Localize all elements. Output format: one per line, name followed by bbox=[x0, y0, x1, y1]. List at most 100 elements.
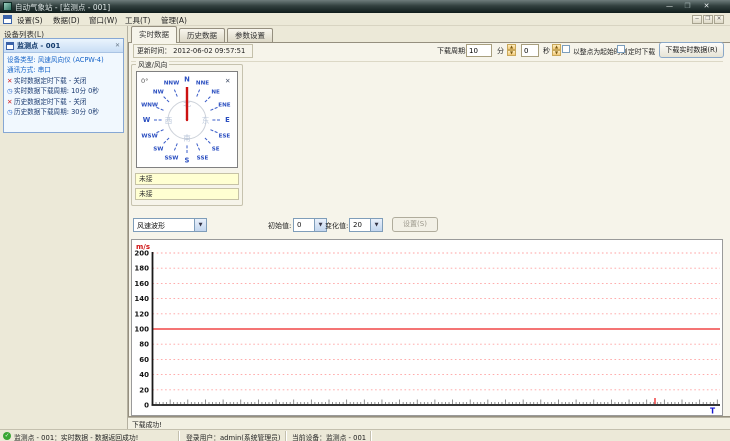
svg-text:N: N bbox=[184, 76, 190, 84]
minimize-button[interactable]: — bbox=[662, 1, 677, 12]
download-realtime-button[interactable]: 下载实时数据(R) bbox=[659, 42, 724, 58]
svg-text:60: 60 bbox=[139, 356, 149, 364]
wind-groupbox-label: 风速/风向 bbox=[136, 59, 170, 69]
seconds-spinner[interactable]: ▲ ▼ bbox=[552, 44, 561, 57]
status-divider bbox=[178, 431, 180, 441]
svg-text:100: 100 bbox=[134, 326, 149, 334]
title-bar: 自动气象站 - [监测点 - 001] — ❐ ✕ bbox=[0, 0, 730, 13]
device-card-close-icon[interactable]: ✕ bbox=[115, 42, 120, 49]
initial-value-select[interactable]: 0 ▼ bbox=[293, 218, 327, 232]
align-start-checkbox[interactable] bbox=[562, 45, 570, 53]
svg-text:✕: ✕ bbox=[225, 77, 230, 85]
mdi-minimize-button[interactable]: ─ bbox=[692, 15, 702, 24]
status-user: 登录用户：admin(系统管理员) bbox=[186, 434, 281, 441]
seconds-unit-label: 秒 bbox=[543, 47, 550, 55]
menu-item-window[interactable]: 窗口(W) bbox=[89, 15, 117, 26]
svg-text:东: 东 bbox=[202, 115, 210, 125]
device-info-line: ✕ 历史数据定时下载 - 关闭 bbox=[7, 97, 87, 106]
application-window: 自动气象站 - [监测点 - 001] — ❐ ✕ 设置(S) 数据(D) 窗口… bbox=[0, 0, 730, 441]
svg-text:NE: NE bbox=[211, 89, 220, 95]
status-divider bbox=[370, 431, 372, 441]
spin-down-icon[interactable]: ▼ bbox=[507, 50, 516, 56]
wind-direction-field: 未接 bbox=[135, 188, 239, 200]
clock-icon: ◷ bbox=[7, 87, 13, 95]
status-divider bbox=[285, 431, 287, 441]
status-message: 监测点 - 001：实时数据 - 数据返回成功! bbox=[14, 434, 139, 441]
svg-text:S: S bbox=[185, 157, 190, 165]
device-card-title: 监测点 - 001 bbox=[17, 41, 61, 50]
svg-text:ESE: ESE bbox=[219, 133, 231, 139]
svg-text:南: 南 bbox=[183, 133, 191, 143]
disabled-icon: ✕ bbox=[7, 97, 13, 106]
svg-text:NNW: NNW bbox=[164, 81, 180, 87]
mdi-restore-button[interactable]: ❐ bbox=[703, 15, 713, 24]
svg-text:NW: NW bbox=[153, 89, 164, 95]
minutes-input[interactable] bbox=[466, 44, 492, 57]
svg-text:40: 40 bbox=[139, 371, 149, 379]
device-list-panel: 设备列表(L) 监测点 - 001 ✕ 设备类型: 风速风向仪 (ACPW-4)… bbox=[0, 26, 128, 429]
svg-text:WNW: WNW bbox=[141, 103, 158, 109]
svg-text:120: 120 bbox=[134, 310, 149, 318]
svg-text:180: 180 bbox=[134, 265, 149, 273]
waveform-chart: 0 20 40 60 80 100 120 140 160 180 200 Tm/s bbox=[131, 239, 723, 416]
svg-text:80: 80 bbox=[139, 341, 149, 349]
device-info-line: ◷实时数据下载周期: 10分 0秒 bbox=[7, 87, 99, 95]
device-card-header[interactable]: 监测点 - 001 ✕ bbox=[4, 39, 123, 53]
child-window-icon bbox=[3, 15, 12, 24]
wind-speed-field: 未接 bbox=[135, 173, 239, 185]
clock-icon: ◷ bbox=[7, 108, 13, 116]
menu-bar: 设置(S) 数据(D) 窗口(W) 工具(T) 管理(A) ─ ❐ ✕ bbox=[0, 13, 730, 26]
svg-text:SSW: SSW bbox=[165, 155, 179, 161]
svg-text:ENE: ENE bbox=[218, 103, 231, 109]
spin-down-icon[interactable]: ▼ bbox=[552, 50, 561, 56]
device-icon bbox=[6, 41, 14, 50]
download-period-label: 下载周期: bbox=[437, 47, 468, 55]
close-button[interactable]: ✕ bbox=[699, 1, 714, 12]
svg-text:0°: 0° bbox=[141, 77, 148, 85]
timed-download-checkbox[interactable] bbox=[617, 45, 625, 53]
menu-item-settings[interactable]: 设置(S) bbox=[17, 15, 43, 26]
tab-history-data[interactable]: 历史数据 bbox=[179, 28, 225, 42]
status-bar: ✓ 监测点 - 001：实时数据 - 数据返回成功! 登录用户：admin(系统… bbox=[0, 429, 730, 441]
svg-text:T: T bbox=[710, 407, 716, 416]
device-info-line: ◷历史数据下载周期: 30分 0秒 bbox=[7, 108, 99, 116]
seconds-input[interactable] bbox=[521, 44, 539, 57]
wind-compass: 北东南西NNNENEENEEESESESSESSSWSWWSWWWNWNWNNW… bbox=[136, 71, 238, 168]
range-select[interactable]: 20 ▼ bbox=[349, 218, 383, 232]
download-status-text: 下载成功! bbox=[132, 421, 162, 429]
mdi-close-button[interactable]: ✕ bbox=[714, 15, 724, 24]
waveform-select[interactable]: 风速波形 ▼ bbox=[133, 218, 207, 232]
app-icon bbox=[3, 2, 12, 11]
success-check-icon: ✓ bbox=[3, 432, 11, 440]
menu-item-tools[interactable]: 工具(T) bbox=[125, 15, 150, 26]
timed-download-checkbox-label[interactable]: 定时下载 bbox=[628, 46, 655, 56]
tab-parameter-settings[interactable]: 参数设置 bbox=[227, 28, 273, 42]
menu-item-admin[interactable]: 管理(A) bbox=[161, 15, 187, 26]
svg-text:160: 160 bbox=[134, 280, 149, 288]
svg-text:SSE: SSE bbox=[197, 155, 209, 161]
svg-text:WSW: WSW bbox=[141, 133, 157, 139]
initial-value-label: 初始值: bbox=[268, 222, 292, 230]
minutes-spinner[interactable]: ▲ ▼ bbox=[507, 44, 516, 57]
device-info-line: 设备类型: 风速风向仪 (ACPW-4) bbox=[7, 55, 104, 64]
chevron-down-icon[interactable]: ▼ bbox=[370, 219, 382, 231]
tab-realtime-data[interactable]: 实时数据 bbox=[131, 26, 177, 43]
status-device: 当前设备：监测点 - 001 bbox=[292, 434, 367, 441]
device-info-line: ✕ 实时数据定时下载 - 关闭 bbox=[7, 76, 87, 85]
maximize-button[interactable]: ❐ bbox=[680, 1, 695, 12]
settings-button[interactable]: 设置(S) bbox=[392, 217, 438, 232]
chevron-down-icon[interactable]: ▼ bbox=[194, 219, 206, 231]
svg-text:W: W bbox=[143, 116, 151, 124]
device-card[interactable]: 监测点 - 001 ✕ 设备类型: 风速风向仪 (ACPW-4) 通讯方式: 串… bbox=[3, 38, 124, 133]
svg-text:SE: SE bbox=[212, 147, 220, 153]
window-title: 自动气象站 - [监测点 - 001] bbox=[15, 3, 111, 12]
menu-item-data[interactable]: 数据(D) bbox=[53, 15, 80, 26]
svg-text:SW: SW bbox=[153, 147, 163, 153]
svg-text:20: 20 bbox=[139, 386, 149, 394]
disabled-icon: ✕ bbox=[7, 76, 13, 85]
chart-canvas: 020406080100120140160180200Tm/s bbox=[134, 243, 720, 416]
svg-text:E: E bbox=[225, 116, 230, 124]
range-label: 变化值: bbox=[325, 222, 349, 230]
device-info-line: 通讯方式: 串口 bbox=[7, 66, 51, 74]
svg-text:140: 140 bbox=[134, 295, 149, 303]
